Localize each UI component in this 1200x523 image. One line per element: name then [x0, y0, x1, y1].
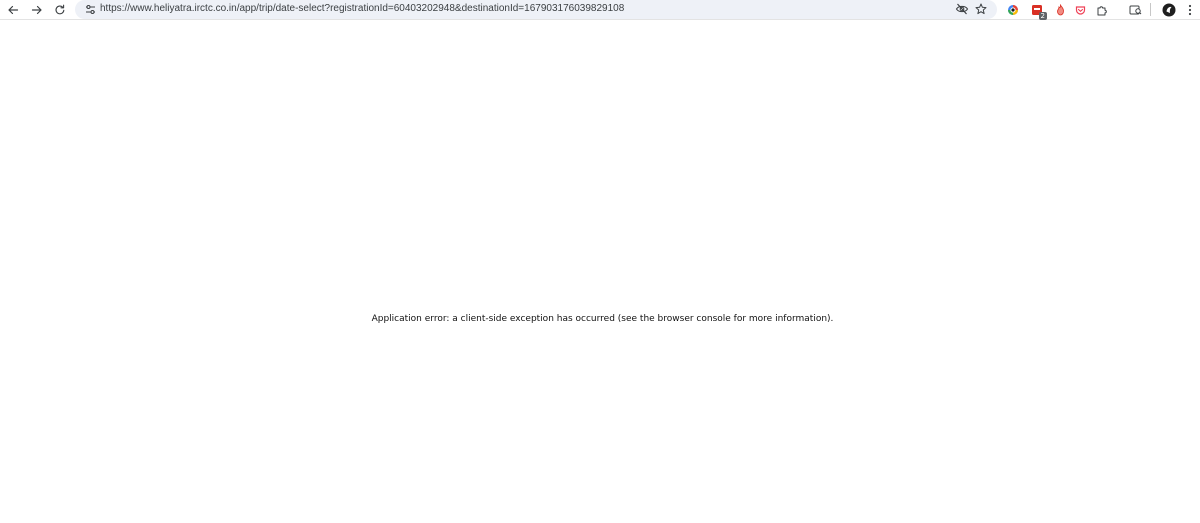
kebab-menu-icon: [1188, 4, 1192, 16]
arrow-right-icon: [31, 5, 42, 15]
forward-button[interactable]: [27, 0, 47, 20]
tune-icon: [85, 4, 95, 14]
eye-slash-icon: [955, 3, 969, 15]
reading-mode-icon[interactable]: [1126, 1, 1144, 19]
address-bar[interactable]: https://www.heliyatra.irctc.co.in/app/tr…: [75, 0, 997, 19]
color-circle-extension-icon[interactable]: [1004, 1, 1022, 19]
toolbar-divider: [1150, 3, 1151, 16]
page-content: Application error: a client-side excepti…: [0, 21, 1200, 523]
site-info-button[interactable]: [83, 2, 97, 16]
star-icon: [975, 3, 987, 15]
reload-icon: [55, 4, 65, 15]
extension-badge: 2: [1038, 12, 1047, 20]
application-error-message: Application error: a client-side excepti…: [371, 314, 834, 324]
menu-button[interactable]: [1181, 1, 1199, 19]
bookmark-button[interactable]: [973, 1, 989, 17]
puzzle-icon[interactable]: [1093, 1, 1111, 19]
url-text[interactable]: https://www.heliyatra.irctc.co.in/app/tr…: [100, 2, 624, 16]
pocket-extension-icon[interactable]: [1071, 1, 1089, 19]
back-button[interactable]: [3, 0, 23, 20]
red-extension-icon[interactable]: 2: [1028, 1, 1047, 20]
tracking-protection-button[interactable]: [954, 1, 970, 17]
fire-extension-icon[interactable]: [1051, 1, 1069, 19]
profile-avatar[interactable]: [1160, 1, 1178, 19]
reload-button[interactable]: [50, 0, 70, 20]
browser-toolbar: https://www.heliyatra.irctc.co.in/app/tr…: [0, 0, 1200, 20]
arrow-left-icon: [8, 5, 19, 15]
